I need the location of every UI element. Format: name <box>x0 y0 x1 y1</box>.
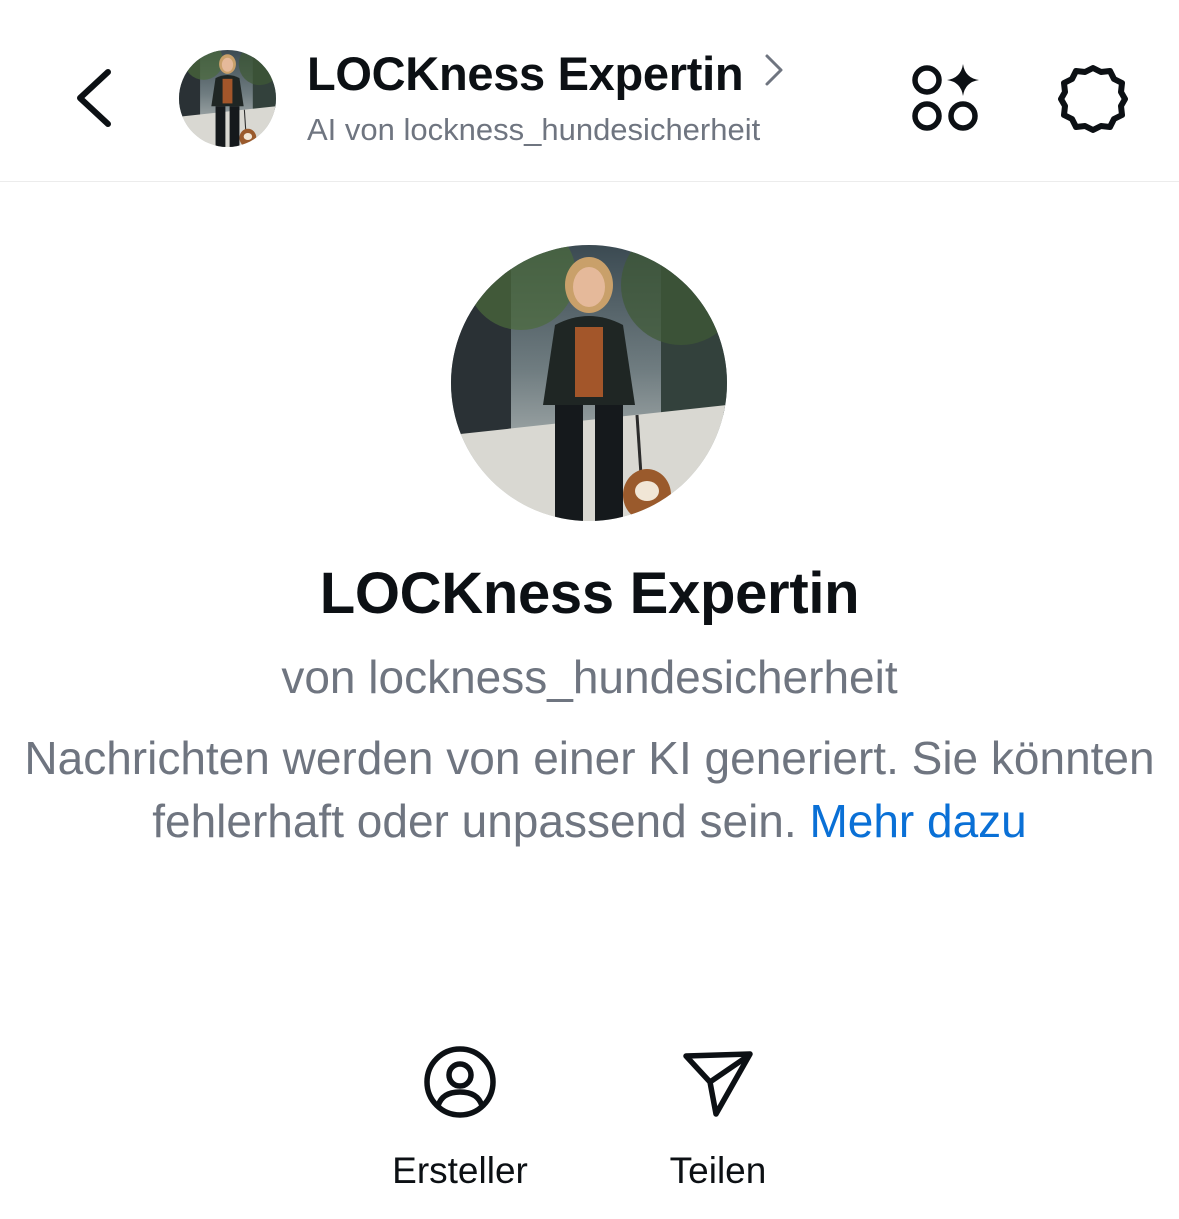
ai-apps-button[interactable] <box>907 62 985 134</box>
paper-plane-icon <box>683 1051 753 1117</box>
settings-button[interactable] <box>1056 62 1130 136</box>
learn-more-link[interactable]: Mehr dazu <box>809 795 1026 847</box>
ai-chat-profile-screen: LOCKness Expertin AI von lockness_hundes… <box>0 0 1179 1219</box>
creator-label: Ersteller <box>392 1150 528 1191</box>
user-circle-icon <box>424 1046 496 1118</box>
avatar-photo <box>451 245 727 521</box>
header-subtitle: AI von lockness_hundesicherheit <box>307 112 761 147</box>
profile-owner: von lockness_hundesicherheit <box>281 651 898 703</box>
profile-avatar <box>451 245 727 521</box>
shapes-sparkle-icon <box>912 64 979 131</box>
gear-icon <box>1058 65 1128 133</box>
back-button[interactable] <box>70 62 122 134</box>
profile-name: LOCKness Expertin <box>319 561 860 626</box>
share-label: Teilen <box>669 1150 767 1191</box>
header-avatar[interactable] <box>179 50 276 147</box>
ai-disclaimer: Nachrichten werden von einer KI generier… <box>20 727 1159 853</box>
top-bar: LOCKness Expertin AI von lockness_hundes… <box>0 0 1179 182</box>
avatar-photo <box>179 50 276 147</box>
chevron-right-icon <box>765 54 783 85</box>
creator-button[interactable]: Ersteller <box>370 1042 550 1192</box>
header-title-link[interactable]: LOCKness Expertin <box>307 46 785 101</box>
share-button[interactable]: Teilen <box>628 1042 808 1192</box>
chevron-left-icon <box>77 69 111 127</box>
header-title: LOCKness Expertin <box>307 47 744 100</box>
